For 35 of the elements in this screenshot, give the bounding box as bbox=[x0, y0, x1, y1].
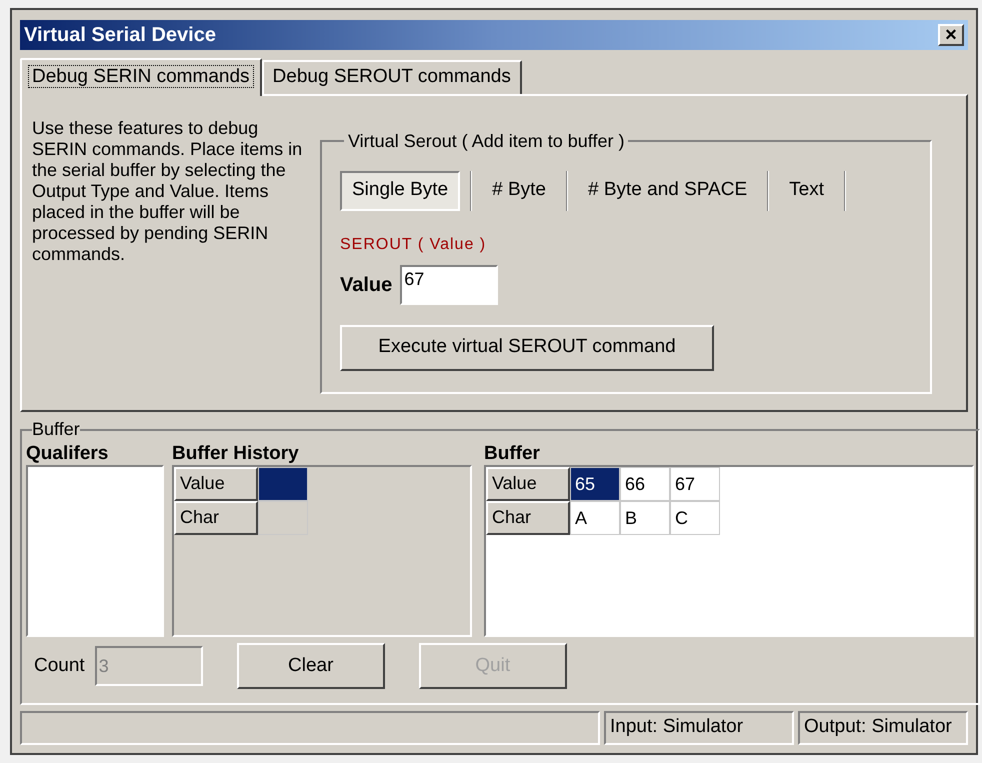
description-text: Use these features to debug SERIN commands. Place items in the serial buffer by selecting the Output Type and Value. Items placed in the buffer will be processed by pending SERIN commands. bbox=[32, 118, 304, 266]
row-header: Char bbox=[486, 501, 570, 536]
value-label: Value bbox=[340, 272, 392, 298]
qualifiers-list[interactable] bbox=[26, 465, 164, 638]
buffer-title: Buffer bbox=[484, 443, 541, 466]
mode-button[interactable]: # Byte and SPACE bbox=[578, 170, 758, 211]
grid-cell[interactable]: B bbox=[620, 501, 670, 536]
tab[interactable]: Debug SEROUT commands bbox=[262, 60, 522, 94]
grid-cell[interactable]: 67 bbox=[670, 467, 720, 502]
mode-button[interactable]: # Byte bbox=[482, 170, 556, 211]
grid-cell[interactable]: C bbox=[670, 501, 720, 536]
group-legend: Buffer bbox=[32, 416, 80, 444]
group-legend: Virtual Serout ( Add item to buffer ) bbox=[344, 128, 628, 155]
mode-button[interactable]: Text bbox=[779, 170, 834, 211]
status-panel: Output: Simulator bbox=[798, 711, 968, 746]
mode-button[interactable]: Single Byte bbox=[340, 170, 460, 211]
execute-button[interactable]: Execute virtual SEROUT command bbox=[340, 324, 714, 371]
format-label: SEROUT ( Value ) bbox=[340, 234, 488, 255]
row-header: Char bbox=[174, 501, 258, 536]
close-button[interactable]: × bbox=[938, 24, 964, 46]
action-button[interactable]: Clear bbox=[236, 643, 385, 690]
grid-cell[interactable]: A bbox=[570, 501, 620, 536]
row-header: Value bbox=[174, 467, 258, 502]
grid-cell[interactable]: 65 bbox=[570, 467, 620, 502]
history-title: Buffer History bbox=[172, 443, 300, 466]
grid-cell[interactable]: 66 bbox=[620, 467, 670, 502]
value-field[interactable]: 67 bbox=[400, 264, 498, 305]
status-panel: Input: Simulator bbox=[604, 711, 794, 746]
grid-cell[interactable] bbox=[258, 501, 308, 536]
tab[interactable]: Debug SERIN commands bbox=[20, 58, 262, 96]
grid-cell[interactable] bbox=[258, 467, 308, 502]
qualifiers-title: Qualifers bbox=[26, 443, 110, 466]
window-title: Virtual Serial Device bbox=[24, 23, 216, 48]
count-label: Count bbox=[34, 654, 85, 678]
row-header: Value bbox=[486, 467, 570, 502]
